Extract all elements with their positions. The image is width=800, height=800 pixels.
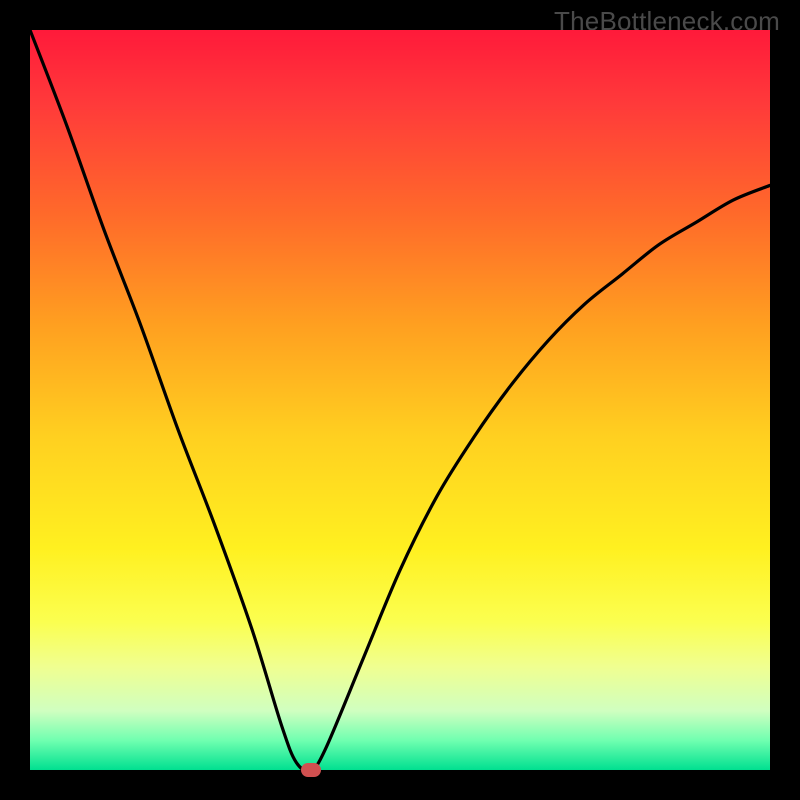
chart-frame: TheBottleneck.com: [0, 0, 800, 800]
bottleneck-curve: [30, 30, 770, 770]
minimum-marker: [301, 763, 321, 777]
curve-svg: [30, 30, 770, 770]
plot-area: [30, 30, 770, 770]
